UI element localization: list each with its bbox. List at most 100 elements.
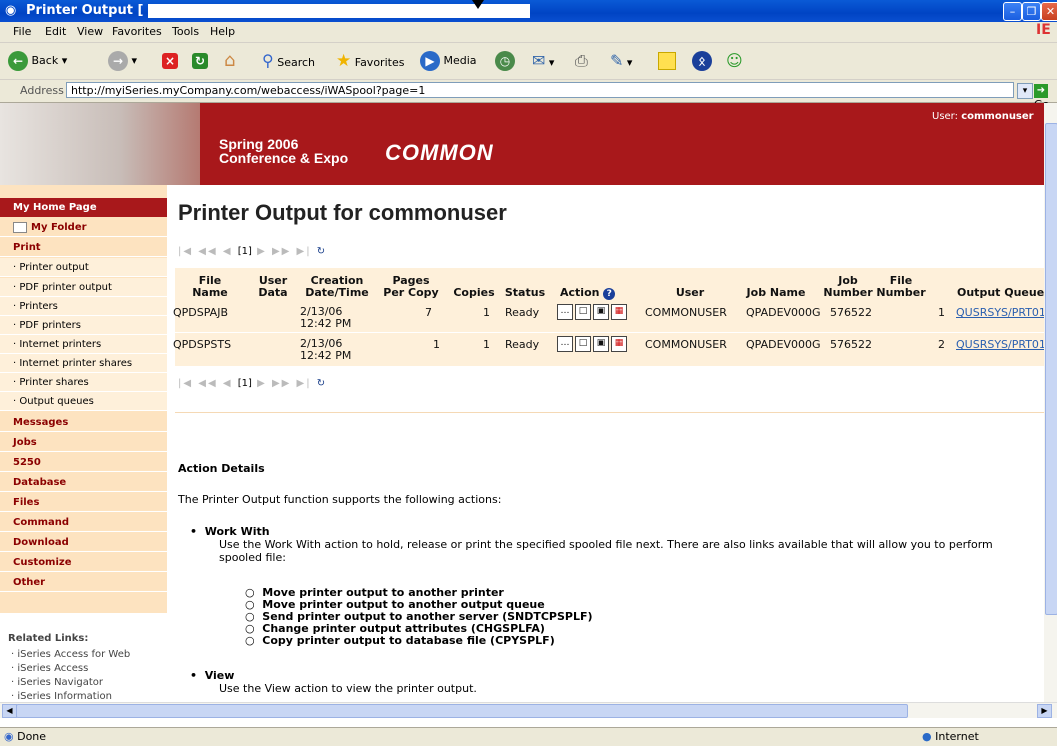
nav-files[interactable]: Files [0, 493, 167, 512]
view-png-icon[interactable]: ▣ [593, 304, 609, 320]
vertical-scrollbar[interactable] [1044, 103, 1057, 702]
col-file-name[interactable]: File Name [185, 275, 235, 299]
search-button[interactable]: ⚲ Search [262, 49, 315, 73]
col-status[interactable]: Status [503, 287, 547, 299]
nav-printer-shares[interactable]: · Printer shares [0, 373, 167, 392]
menu-bar: File Edit View Favorites Tools Help IE [0, 22, 1057, 43]
next-ten-icon[interactable]: ▶▶ [272, 378, 291, 389]
menu-tools[interactable]: Tools [172, 25, 199, 38]
refresh-list-icon[interactable]: ↻ [317, 378, 325, 389]
last-page-icon[interactable]: ▶| [297, 246, 312, 257]
nav-pdf-printer-output[interactable]: · PDF printer output [0, 278, 167, 297]
vertical-scroll-thumb[interactable] [1045, 123, 1057, 615]
prev-page-icon[interactable]: ◀ [223, 246, 233, 257]
col-job-number[interactable]: Job Number [823, 275, 873, 299]
prev-ten-icon[interactable]: ◀◀ [198, 378, 217, 389]
col-output-queue[interactable]: Output Queue [957, 287, 1057, 299]
col-user-data[interactable]: User Data [255, 275, 291, 299]
first-page-icon[interactable]: |◀ [178, 378, 193, 389]
horizontal-scrollbar[interactable]: ◀ ▶ [0, 702, 1057, 718]
col-pages-per-copy[interactable]: Pages Per Copy [382, 275, 440, 299]
edit-button[interactable]: ✎ ▾ [610, 49, 632, 73]
address-input[interactable]: http://myiSeries.myCompany.com/webaccess… [66, 82, 1014, 98]
col-copies[interactable]: Copies [449, 287, 499, 299]
cell-user: COMMONUSER [645, 338, 727, 351]
menu-view[interactable]: View [77, 25, 103, 38]
cell-user: COMMONUSER [645, 306, 727, 319]
home-button[interactable]: ⌂ [224, 49, 235, 73]
back-arrow-icon: ← [8, 51, 28, 71]
related-link-iseries-access[interactable]: · iSeries Access [11, 663, 88, 674]
favorites-button[interactable]: ★ Favorites [336, 49, 404, 73]
nav-download[interactable]: Download [0, 533, 167, 552]
mail-button[interactable]: ✉ ▾ [532, 49, 554, 73]
back-button[interactable]: ← Back ▾ [8, 49, 67, 73]
nav-printers[interactable]: · Printers [0, 297, 167, 316]
output-queue-link[interactable]: QUSRSYS/PRT01 [956, 338, 1046, 351]
history-button[interactable]: ◷ [495, 49, 515, 73]
work-with-icon[interactable]: … [557, 304, 573, 320]
menu-edit[interactable]: Edit [45, 25, 66, 38]
view-pdf-icon[interactable]: ▦ [611, 304, 627, 320]
work-with-icon[interactable]: … [557, 336, 573, 352]
close-button[interactable]: ✕ [1041, 2, 1057, 21]
nav-customize[interactable]: Customize [0, 553, 167, 572]
nav-printer-output[interactable]: · Printer output [0, 258, 167, 277]
nav-my-folder[interactable]: My Folder [0, 218, 167, 237]
stop-button[interactable]: × [162, 49, 178, 73]
nav-messages[interactable]: Messages [0, 413, 167, 432]
messenger-button[interactable]: ☺ [726, 49, 743, 73]
forward-button[interactable]: → ▾ [108, 49, 137, 73]
prev-page-icon[interactable]: ◀ [223, 378, 233, 389]
nav-5250[interactable]: 5250 [0, 453, 167, 472]
address-dropdown-button[interactable]: ▾ [1017, 83, 1033, 99]
last-page-icon[interactable]: ▶| [297, 378, 312, 389]
related-link-iseries-information[interactable]: · iSeries Information [11, 691, 112, 702]
bluetooth-button[interactable]: ᛟ [692, 49, 712, 73]
scroll-right-button[interactable]: ▶ [1037, 704, 1052, 718]
next-page-icon[interactable]: ▶ [257, 246, 267, 257]
refresh-button[interactable]: ↻ [192, 49, 208, 73]
next-ten-icon[interactable]: ▶▶ [272, 246, 291, 257]
col-file-number[interactable]: File Number [875, 275, 927, 299]
col-creation[interactable]: Creation Date/Time [297, 275, 377, 299]
output-queue-link[interactable]: QUSRSYS/PRT01 [956, 306, 1046, 319]
nav-jobs[interactable]: Jobs [0, 433, 167, 452]
restore-button[interactable]: ❐ [1022, 2, 1041, 21]
view-icon[interactable]: □ [575, 336, 591, 352]
print-button[interactable]: ⎙ [575, 49, 588, 73]
col-job-name[interactable]: Job Name [741, 287, 811, 299]
nav-internet-printer-shares[interactable]: · Internet printer shares [0, 354, 167, 373]
nav-other[interactable]: Other [0, 573, 167, 592]
cell-pages: 7 [425, 306, 432, 319]
related-link-iseries-access-web[interactable]: · iSeries Access for Web [11, 649, 130, 660]
nav-database[interactable]: Database [0, 473, 167, 492]
horizontal-scroll-thumb[interactable] [16, 704, 908, 718]
menu-favorites[interactable]: Favorites [112, 25, 162, 38]
printer-output-table: File Name User Data Creation Date/Time Page… [173, 268, 1057, 366]
nav-command[interactable]: Command [0, 513, 167, 532]
nav-internet-printers[interactable]: · Internet printers [0, 335, 167, 354]
next-page-icon[interactable]: ▶ [257, 378, 267, 389]
nav-pdf-printers[interactable]: · PDF printers [0, 316, 167, 335]
view-png-icon[interactable]: ▣ [593, 336, 609, 352]
user-label: User: commonuser [932, 111, 1034, 122]
first-page-icon[interactable]: |◀ [178, 246, 193, 257]
related-link-iseries-navigator[interactable]: · iSeries Navigator [11, 677, 103, 688]
scroll-left-button[interactable]: ◀ [2, 704, 17, 718]
nav-output-queues[interactable]: · Output queues [0, 392, 167, 411]
menu-file[interactable]: File [13, 25, 31, 38]
nav-my-home-page[interactable]: My Home Page [0, 198, 167, 217]
minimize-button[interactable]: – [1003, 2, 1022, 21]
refresh-list-icon[interactable]: ↻ [317, 246, 325, 257]
nav-print[interactable]: Print [0, 238, 167, 257]
discuss-button[interactable] [658, 49, 676, 73]
col-user[interactable]: User [655, 287, 725, 299]
work-with-desc-cont: spooled file: [219, 551, 286, 564]
view-icon[interactable]: □ [575, 304, 591, 320]
menu-help[interactable]: Help [210, 25, 235, 38]
media-button[interactable]: ▶ Media [420, 49, 477, 73]
help-icon[interactable]: ? [603, 288, 616, 300]
prev-ten-icon[interactable]: ◀◀ [198, 246, 217, 257]
view-pdf-icon[interactable]: ▦ [611, 336, 627, 352]
